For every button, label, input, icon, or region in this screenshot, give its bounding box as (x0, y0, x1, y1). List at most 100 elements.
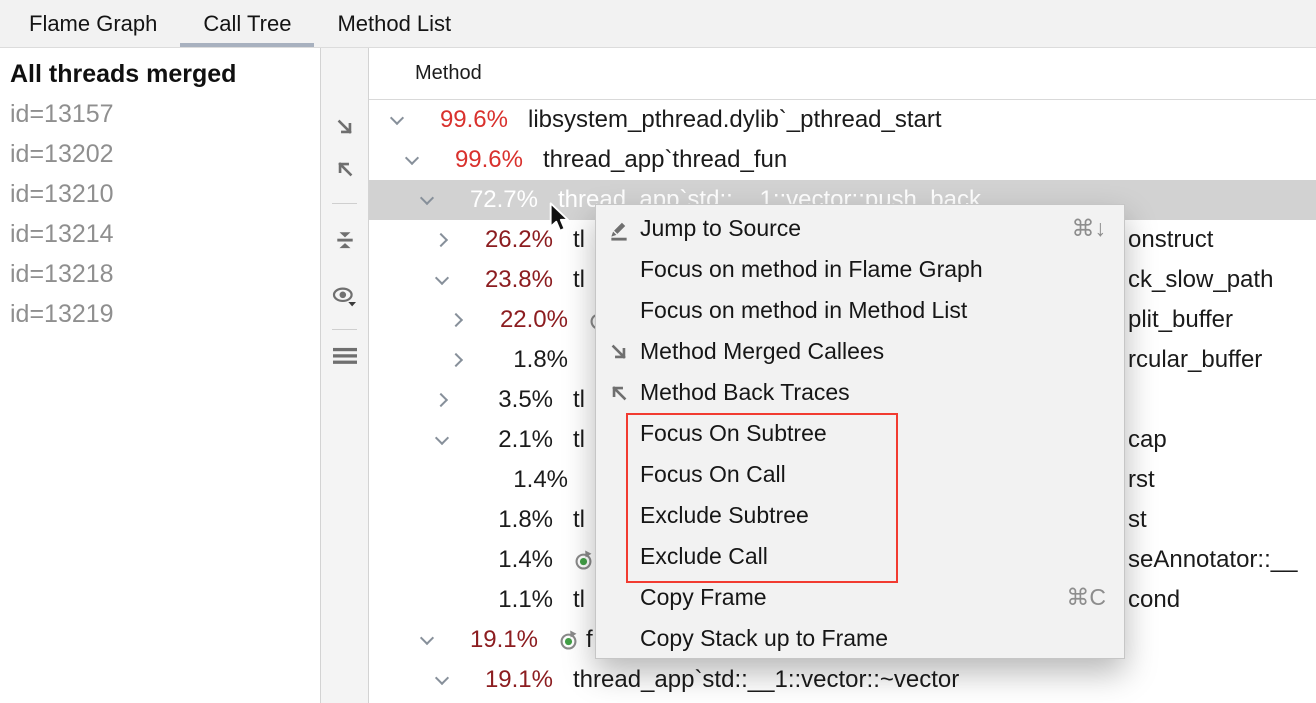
menu-item-focus-on-subtree[interactable]: Focus On Subtree (596, 413, 1124, 454)
row-percent: 1.4% (451, 546, 553, 574)
row-percent: 1.1% (451, 586, 553, 614)
tree-row[interactable]: 99.6% thread_app`thread_fun (369, 140, 1316, 180)
chevron-right-icon[interactable] (435, 231, 451, 249)
tree-row[interactable]: 99.6%libsystem_pthread.dylib`_pthread_st… (369, 100, 1316, 140)
method-name-fragment: rcular_buffer (1128, 340, 1262, 380)
tab-flame-graph[interactable]: Flame Graph (6, 0, 180, 47)
arrow-down-right-icon (334, 116, 356, 143)
method-name: tl (573, 226, 585, 254)
chevron-down-icon[interactable] (405, 151, 421, 169)
row-percent: 3.5% (451, 386, 553, 414)
row-percent: 23.8% (451, 266, 553, 294)
method-merged-callees-button[interactable] (334, 116, 356, 143)
hamburger-icon (333, 347, 357, 370)
arrow-up-left-icon (606, 380, 632, 406)
eye-dropdown-icon (331, 286, 358, 313)
thread-list: id=13157id=13202id=13210id=13214id=13218… (0, 94, 320, 334)
recursion-icon (558, 630, 579, 651)
menu-item-label: Focus on method in Flame Graph (640, 256, 1106, 283)
collapse-all-button[interactable] (334, 229, 356, 256)
menu-item-label: Focus On Subtree (640, 420, 1106, 447)
tree-toolbar (321, 48, 369, 703)
method-name-fragment: rst (1128, 460, 1155, 500)
method-name: tl (573, 506, 585, 534)
menu-item-copy-frame[interactable]: Copy Frame⌘C (596, 577, 1124, 618)
menu-item-focus-on-method-in-method-list[interactable]: Focus on method in Method List (596, 290, 1124, 331)
chevron-spacer (435, 591, 451, 609)
method-name: f (586, 626, 593, 654)
menu-item-focus-on-call[interactable]: Focus On Call (596, 454, 1124, 495)
menu-item-label: Method Back Traces (640, 379, 1106, 406)
method-back-traces-button[interactable] (334, 158, 356, 185)
row-percent: 22.0% (466, 306, 568, 334)
row-percent: 72.7% (436, 186, 538, 214)
row-percent: 19.1% (436, 626, 538, 654)
thread-sidebar: All threads merged id=13157id=13202id=13… (0, 48, 321, 703)
menu-item-method-merged-callees[interactable]: Method Merged Callees (596, 331, 1124, 372)
toolbar-separator (332, 329, 357, 330)
sidebar-item-thread[interactable]: id=13202 (0, 134, 320, 174)
sidebar-item-thread[interactable]: id=13210 (0, 174, 320, 214)
menu-item-method-back-traces[interactable]: Method Back Traces (596, 372, 1124, 413)
menu-item-focus-on-method-in-flame-graph[interactable]: Focus on method in Flame Graph (596, 249, 1124, 290)
tab-label: Method List (337, 11, 451, 37)
row-percent: 1.4% (466, 466, 568, 494)
method-name: tl (573, 426, 585, 454)
chevron-spacer (435, 551, 451, 569)
chevron-down-icon[interactable] (435, 271, 451, 289)
menu-item-icon-spacer (606, 503, 632, 529)
chevron-down-icon[interactable] (390, 111, 406, 129)
menu-item-icon-spacer (606, 421, 632, 447)
chevron-down-icon[interactable] (420, 631, 436, 649)
row-percent: 1.8% (451, 506, 553, 534)
row-percent: 99.6% (421, 146, 523, 174)
chevron-down-icon[interactable] (435, 431, 451, 449)
tab-label: Flame Graph (29, 11, 157, 37)
selected-tab-underline (180, 43, 314, 47)
menu-item-exclude-call[interactable]: Exclude Call (596, 536, 1124, 577)
tab-method-list[interactable]: Method List (314, 0, 474, 47)
menu-item-label: Exclude Subtree (640, 502, 1106, 529)
menu-item-label: Exclude Call (640, 543, 1106, 570)
method-name: thread_app`std::__1::vector::~vector (573, 666, 959, 694)
chevron-down-icon[interactable] (420, 191, 436, 209)
options-menu-button[interactable] (333, 347, 357, 370)
arrow-up-left-icon (334, 158, 356, 185)
menu-item-label: Copy Stack up to Frame (640, 625, 1106, 652)
chevron-down-icon[interactable] (435, 671, 451, 689)
sidebar-item-all-threads-merged[interactable]: All threads merged (0, 54, 320, 94)
method-name-fragment: ck_slow_path (1128, 260, 1273, 300)
sidebar-item-thread[interactable]: id=13218 (0, 254, 320, 294)
menu-item-label: Jump to Source (640, 215, 1054, 242)
row-percent: 2.1% (451, 426, 553, 454)
tree-row[interactable]: 19.1%thread_app`std::__1::vector::~vecto… (369, 660, 1316, 700)
menu-item-jump-to-source[interactable]: Jump to Source ⌘↓ (596, 208, 1124, 249)
pencil-icon (606, 216, 632, 242)
mouse-cursor-icon (547, 202, 573, 239)
collapse-icon (334, 229, 356, 256)
sidebar-item-thread[interactable]: id=13219 (0, 294, 320, 334)
menu-item-icon-spacer (606, 257, 632, 283)
method-name: tl (573, 386, 585, 414)
chevron-spacer (450, 471, 466, 489)
menu-item-icon-spacer (606, 544, 632, 570)
chevron-spacer (435, 511, 451, 529)
view-options-button[interactable] (331, 286, 358, 313)
tab-call-tree[interactable]: Call Tree (180, 0, 314, 47)
menu-item-label: Focus on method in Method List (640, 297, 1106, 324)
sidebar-item-thread[interactable]: id=13157 (0, 94, 320, 134)
method-name: thread_app`thread_fun (543, 146, 787, 174)
menu-item-icon-spacer (606, 298, 632, 324)
sidebar-item-thread[interactable]: id=13214 (0, 214, 320, 254)
row-percent: 26.2% (451, 226, 553, 254)
menu-item-exclude-subtree[interactable]: Exclude Subtree (596, 495, 1124, 536)
method-name-fragment: seAnnotator::__ (1128, 540, 1297, 580)
menu-item-shortcut: ⌘↓ (1072, 215, 1107, 242)
chevron-right-icon[interactable] (450, 311, 466, 329)
menu-item-copy-stack-up-to-frame[interactable]: Copy Stack up to Frame (596, 618, 1124, 659)
menu-item-icon-spacer (606, 585, 632, 611)
chevron-right-icon[interactable] (435, 391, 451, 409)
chevron-right-icon[interactable] (450, 351, 466, 369)
menu-item-label: Focus On Call (640, 461, 1106, 488)
toolbar-separator (332, 203, 357, 204)
